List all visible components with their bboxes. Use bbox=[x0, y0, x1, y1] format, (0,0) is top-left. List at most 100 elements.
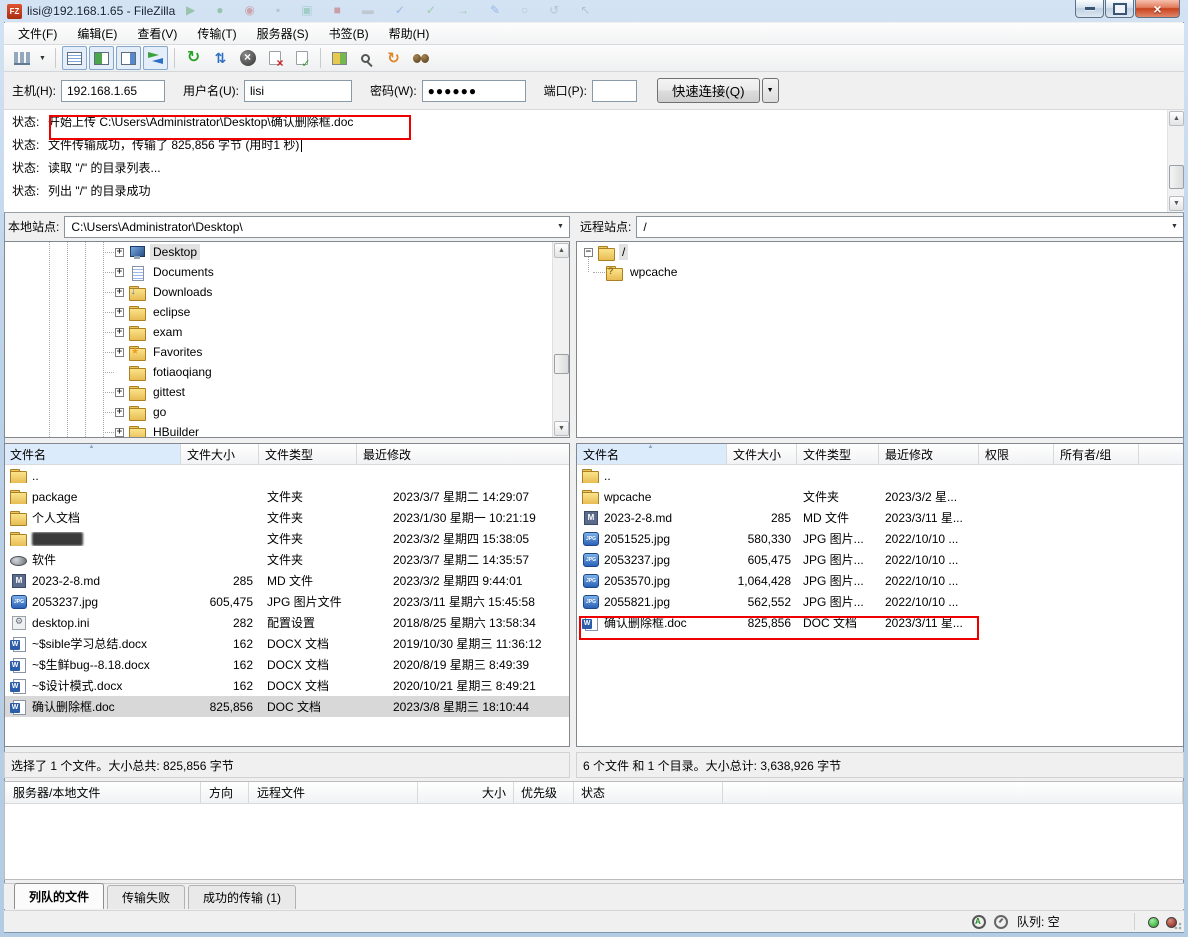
tree-item-go[interactable]: go bbox=[5, 402, 569, 422]
column-filesize[interactable]: 文件大小 bbox=[181, 444, 259, 464]
directory-compare-button[interactable] bbox=[327, 46, 352, 70]
file-row-uploaded[interactable]: 确认删除框.doc825,856DOC 文档2023/3/11 星... bbox=[577, 612, 1183, 633]
menu-file[interactable]: 文件(F) bbox=[8, 22, 67, 45]
maximize-button[interactable] bbox=[1105, 0, 1134, 18]
file-row[interactable]: 2053237.jpg605,475JPG 图片文件2023/3/11 星期六 … bbox=[5, 591, 569, 612]
column-filetype[interactable]: 文件类型 bbox=[797, 444, 879, 464]
file-row[interactable]: ~$设计模式.docx162DOCX 文档2020/10/21 星期三 8:49… bbox=[5, 675, 569, 696]
find-files-button[interactable] bbox=[354, 46, 379, 70]
tree-item-gittest[interactable]: gittest bbox=[5, 382, 569, 402]
tree-item-downloads[interactable]: ↓Downloads bbox=[5, 282, 569, 302]
file-row[interactable]: 软件文件夹2023/3/7 星期二 14:35:57 bbox=[5, 549, 569, 570]
site-manager-dropdown[interactable]: ▼ bbox=[36, 46, 49, 70]
column-modified[interactable]: 最近修改 bbox=[879, 444, 979, 464]
transfer-mode-gear-icon[interactable] bbox=[972, 915, 986, 929]
reconnect-button[interactable] bbox=[289, 46, 314, 70]
column-remote-file[interactable]: 远程文件 bbox=[249, 782, 418, 803]
file-row[interactable]: ~$sible学习总结.docx162DOCX 文档2019/10/30 星期三… bbox=[5, 633, 569, 654]
combo-dropdown-icon[interactable]: ▼ bbox=[1166, 217, 1183, 237]
expand-icon[interactable] bbox=[115, 268, 124, 277]
tree-item-favorites[interactable]: ★Favorites bbox=[5, 342, 569, 362]
host-input[interactable] bbox=[61, 80, 165, 102]
file-row[interactable]: 2053237.jpg605,475JPG 图片...2022/10/10 ..… bbox=[577, 549, 1183, 570]
file-row[interactable]: 2023-2-8.md285MD 文件2023/3/2 星期四 9:44:01 bbox=[5, 570, 569, 591]
file-row-redacted[interactable]: ██████文件夹2023/3/2 星期四 15:38:05 bbox=[5, 528, 569, 549]
log-scrollbar[interactable]: ▲ ▼ bbox=[1167, 110, 1184, 212]
column-modified[interactable]: 最近修改 bbox=[357, 444, 569, 464]
password-input[interactable] bbox=[422, 80, 526, 102]
quickconnect-button[interactable]: 快速连接(Q) bbox=[657, 78, 760, 103]
speed-limit-icon[interactable] bbox=[994, 915, 1008, 929]
file-row-parent[interactable]: .. bbox=[577, 465, 1183, 486]
column-filetype[interactable]: 文件类型 bbox=[259, 444, 357, 464]
file-row-parent[interactable]: .. bbox=[5, 465, 569, 486]
tree-item-wpcache[interactable]: ?wpcache bbox=[577, 262, 1183, 282]
sync-browse-button[interactable]: ↻ bbox=[381, 46, 406, 70]
expand-icon[interactable] bbox=[115, 428, 124, 437]
column-permissions[interactable]: 权限 bbox=[979, 444, 1054, 464]
disconnect-button[interactable] bbox=[262, 46, 287, 70]
refresh-button[interactable]: ↻ bbox=[181, 46, 206, 70]
column-filesize[interactable]: 文件大小 bbox=[727, 444, 797, 464]
file-row[interactable]: 个人文档文件夹2023/1/30 星期一 10:21:19 bbox=[5, 507, 569, 528]
column-owner-group[interactable]: 所有者/组 bbox=[1054, 444, 1139, 464]
column-direction[interactable]: 方向 bbox=[201, 782, 249, 803]
tree-item-desktop[interactable]: Desktop bbox=[5, 242, 569, 262]
tree-item-eclipse[interactable]: eclipse bbox=[5, 302, 569, 322]
tab-queued-files[interactable]: 列队的文件 bbox=[14, 883, 104, 909]
tree-item-hbuilder[interactable]: HBuilder bbox=[5, 422, 569, 438]
column-filename[interactable]: 文件名 bbox=[577, 444, 727, 464]
port-input[interactable] bbox=[592, 80, 637, 102]
scroll-up-icon[interactable]: ▲ bbox=[554, 243, 569, 258]
menu-server[interactable]: 服务器(S) bbox=[247, 22, 319, 45]
tree-item-root[interactable]: / bbox=[577, 242, 1183, 262]
collapse-icon[interactable] bbox=[584, 248, 593, 257]
tree-item-fotiaoqiang[interactable]: fotiaoqiang bbox=[5, 362, 569, 382]
expand-icon[interactable] bbox=[115, 328, 124, 337]
expand-icon[interactable] bbox=[115, 248, 124, 257]
expand-icon[interactable] bbox=[115, 348, 124, 357]
site-manager-button[interactable] bbox=[9, 46, 34, 70]
menu-bookmarks[interactable]: 书签(B) bbox=[319, 22, 379, 45]
file-row[interactable]: 2053570.jpg1,064,428JPG 图片...2022/10/10 … bbox=[577, 570, 1183, 591]
scroll-down-icon[interactable]: ▼ bbox=[1169, 196, 1184, 211]
cancel-button[interactable] bbox=[235, 46, 260, 70]
local-site-combo[interactable]: C:\Users\Administrator\Desktop\ ▼ bbox=[64, 216, 570, 238]
menu-help[interactable]: 帮助(H) bbox=[379, 22, 440, 45]
toggle-remote-tree-button[interactable] bbox=[116, 46, 141, 70]
scroll-thumb[interactable] bbox=[1169, 165, 1184, 189]
tab-successful-transfers[interactable]: 成功的传输 (1) bbox=[188, 885, 296, 909]
scroll-thumb[interactable] bbox=[554, 354, 569, 374]
column-size[interactable]: 大小 bbox=[418, 782, 514, 803]
expand-icon[interactable] bbox=[115, 308, 124, 317]
toggle-local-tree-button[interactable] bbox=[89, 46, 114, 70]
resize-grip[interactable] bbox=[1170, 918, 1182, 930]
menu-edit[interactable]: 编辑(E) bbox=[67, 22, 127, 45]
file-row[interactable]: 2051525.jpg580,330JPG 图片...2022/10/10 ..… bbox=[577, 528, 1183, 549]
file-row[interactable]: wpcache文件夹2023/3/2 星... bbox=[577, 486, 1183, 507]
scroll-down-icon[interactable]: ▼ bbox=[554, 421, 569, 436]
column-status[interactable]: 状态 bbox=[574, 782, 723, 803]
expand-icon[interactable] bbox=[115, 388, 124, 397]
quickconnect-dropdown[interactable]: ▼ bbox=[762, 78, 779, 103]
menu-transfer[interactable]: 传输(T) bbox=[187, 22, 246, 45]
combo-dropdown-icon[interactable]: ▼ bbox=[552, 217, 569, 237]
remote-site-combo[interactable]: / ▼ bbox=[636, 216, 1184, 238]
toggle-queue-button[interactable] bbox=[143, 46, 168, 70]
toggle-message-log-button[interactable] bbox=[62, 46, 87, 70]
tree-item-exam[interactable]: exam bbox=[5, 322, 569, 342]
close-button[interactable] bbox=[1135, 0, 1180, 18]
tree-item-documents[interactable]: Documents bbox=[5, 262, 569, 282]
file-row[interactable]: package文件夹2023/3/7 星期二 14:29:07 bbox=[5, 486, 569, 507]
minimize-button[interactable] bbox=[1075, 0, 1104, 18]
local-tree-scrollbar[interactable]: ▲ ▼ bbox=[552, 242, 569, 437]
scroll-up-icon[interactable]: ▲ bbox=[1169, 111, 1184, 126]
column-priority[interactable]: 优先级 bbox=[514, 782, 574, 803]
column-server-local-file[interactable]: 服务器/本地文件 bbox=[5, 782, 201, 803]
file-row[interactable]: ~$生鲜bug--8.18.docx162DOCX 文档2020/8/19 星期… bbox=[5, 654, 569, 675]
menu-view[interactable]: 查看(V) bbox=[127, 22, 187, 45]
expand-icon[interactable] bbox=[115, 408, 124, 417]
username-input[interactable] bbox=[244, 80, 352, 102]
column-filename[interactable]: 文件名 bbox=[5, 444, 181, 464]
process-queue-button[interactable]: ⇅ bbox=[208, 46, 233, 70]
